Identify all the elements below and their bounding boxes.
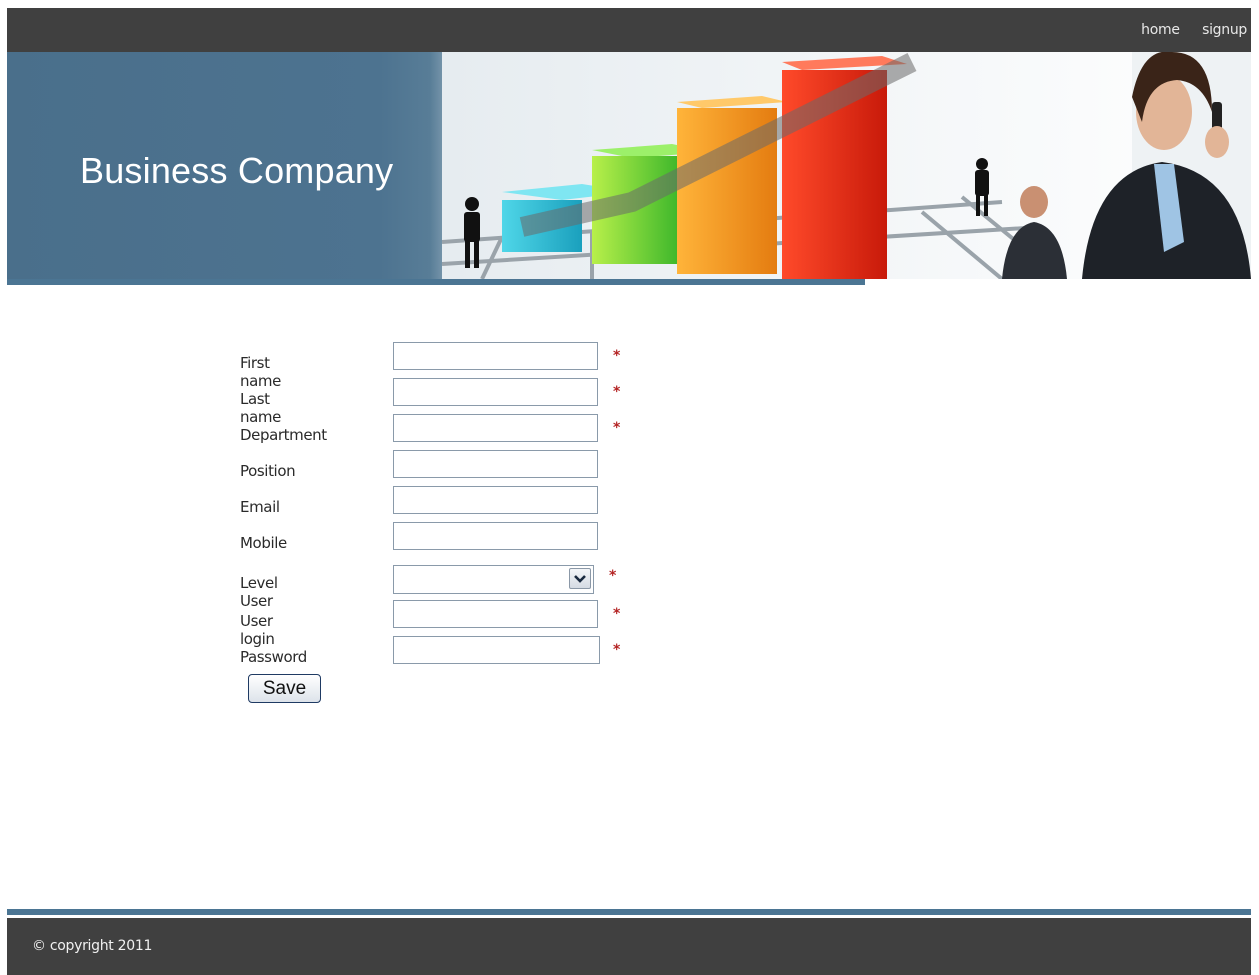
first-name-input[interactable] — [393, 342, 598, 370]
level-user-label: Level User — [240, 574, 278, 610]
user-login-input[interactable] — [393, 600, 598, 628]
copyright-text: © copyright 2011 — [32, 938, 153, 954]
footer-divider — [7, 909, 1251, 915]
department-label: Department — [240, 426, 327, 444]
required-marker: * — [613, 420, 621, 436]
mobile-input[interactable] — [393, 522, 598, 550]
last-name-input[interactable] — [393, 378, 598, 406]
password-label: Password — [240, 648, 307, 666]
footer-bar: © copyright 2011 — [7, 918, 1251, 975]
email-input[interactable] — [393, 486, 598, 514]
site-title: Business Company — [80, 150, 394, 191]
position-input[interactable] — [393, 450, 598, 478]
banner-illustration — [442, 52, 1251, 279]
nav-home-link[interactable]: home — [1141, 22, 1180, 38]
header-banner: Business Company — [7, 52, 1251, 279]
department-input[interactable] — [393, 414, 598, 442]
level-user-select[interactable] — [393, 565, 594, 594]
position-label: Position — [240, 462, 296, 480]
user-login-label: User login — [240, 612, 275, 648]
required-marker: * — [613, 384, 621, 400]
top-bar: home signup — [7, 8, 1251, 52]
mobile-label: Mobile — [240, 534, 287, 552]
required-marker: * — [613, 606, 621, 622]
top-nav: home signup — [1123, 22, 1247, 38]
save-button[interactable]: Save — [248, 674, 321, 703]
email-label: Email — [240, 498, 280, 516]
banner-divider — [7, 279, 865, 285]
nav-signup-link[interactable]: signup — [1202, 22, 1247, 38]
first-name-label: First name — [240, 354, 281, 390]
password-input[interactable] — [393, 636, 600, 664]
required-marker: * — [613, 348, 621, 364]
required-marker: * — [613, 642, 621, 658]
chevron-down-icon[interactable] — [569, 568, 591, 589]
last-name-label: Last name — [240, 390, 281, 426]
required-marker: * — [609, 568, 617, 584]
page-wrapper: home signup Business Company — [7, 8, 1251, 285]
